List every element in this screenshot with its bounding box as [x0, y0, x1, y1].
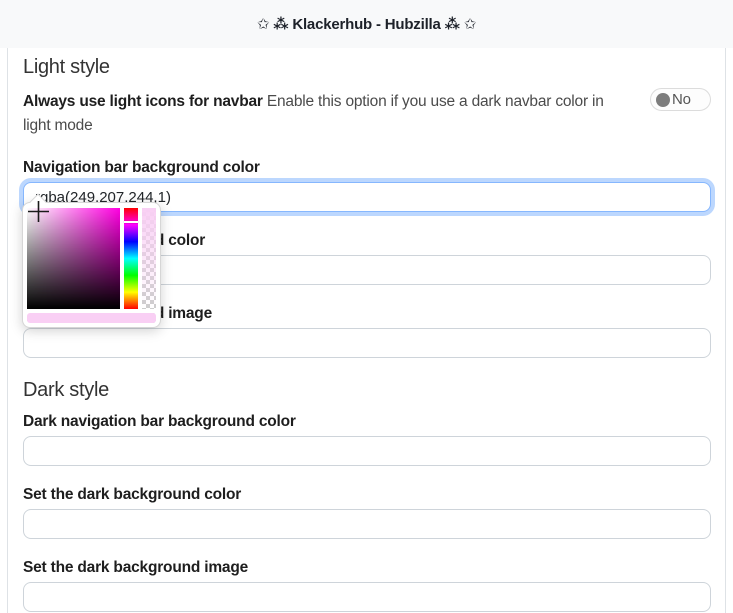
dark-bg-color-group: Set the dark background color: [23, 486, 711, 540]
light-style-heading: Light style: [23, 56, 110, 78]
hue-slider[interactable]: [124, 208, 139, 309]
navbar-bg-color-label: Navigation bar background color: [23, 159, 260, 177]
dark-navbar-bg-color-label: Dark navigation bar background color: [23, 413, 296, 431]
alpha-gradient: [142, 208, 156, 309]
site-title: ✩ ⁂ Klackerhub - Hubzilla ⁂ ✩: [256, 16, 477, 33]
toggle-state-label: No: [672, 90, 691, 108]
color-preview-fill: [27, 313, 156, 323]
top-navbar: ✩ ⁂ Klackerhub - Hubzilla ⁂ ✩: [0, 0, 733, 48]
dark-navbar-bg-color-group: Dark navigation bar background color: [23, 413, 711, 467]
hue-indicator[interactable]: [124, 221, 139, 224]
dark-bg-image-label: Set the dark background image: [23, 559, 249, 577]
dark-bg-image-input[interactable]: [23, 582, 711, 613]
alpha-slider[interactable]: [142, 208, 156, 309]
dark-bg-image-group: Set the dark background image: [23, 559, 711, 613]
bg-image-input[interactable]: [23, 328, 711, 359]
theme-settings-panel: Light style Always use light icons for n…: [7, 48, 726, 613]
dark-style-heading: Dark style: [23, 379, 109, 402]
dark-bg-color-label: Set the dark background color: [23, 486, 242, 504]
color-preview-bar: [27, 313, 156, 323]
color-picker: [22, 193, 161, 328]
dark-bg-color-input[interactable]: [23, 509, 711, 540]
dark-navbar-bg-color-input[interactable]: [23, 436, 711, 467]
toggle-knob-icon: [656, 92, 670, 107]
saturation-brightness-square[interactable]: [27, 201, 121, 309]
light-icons-toggle[interactable]: No: [650, 88, 711, 111]
light-icons-setting-row: Always use light icons for navbar Enable…: [23, 88, 711, 138]
light-icons-label: Always use light icons for navbar: [23, 93, 263, 110]
